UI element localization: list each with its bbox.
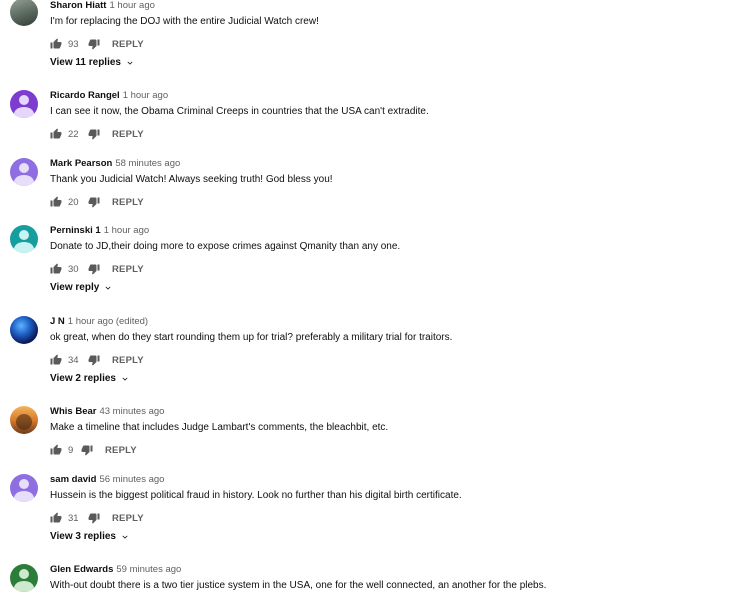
view-replies-button[interactable]: View reply	[50, 282, 113, 293]
avatar[interactable]	[10, 316, 38, 344]
author-name[interactable]: Glen Edwards	[50, 564, 113, 575]
like-count: 34	[68, 354, 79, 366]
comment-text: Donate to JD,their doing more to expose …	[50, 241, 401, 252]
author-name[interactable]: sam david	[50, 474, 96, 485]
reply-button[interactable]: REPLY	[112, 513, 144, 524]
comment-text: I can see it now, the Obama Criminal Cre…	[50, 106, 429, 117]
comment-text: Make a timeline that includes Judge Lamb…	[50, 422, 389, 433]
comment-header: Mark Pearson 58 minutes ago	[50, 158, 180, 169]
thumbs-up-icon[interactable]	[50, 38, 62, 50]
comment-time[interactable]: 1 hour ago	[123, 90, 168, 101]
avatar[interactable]	[10, 474, 38, 502]
thumbs-down-icon[interactable]	[88, 354, 100, 366]
comment-actions: 30 REPLY	[50, 262, 144, 276]
reply-button[interactable]: REPLY	[112, 197, 144, 208]
comment-time[interactable]: 1 hour ago (edited)	[68, 316, 148, 327]
thumbs-up-icon[interactable]	[50, 196, 62, 208]
author-name[interactable]: J N	[50, 316, 65, 327]
comment-header: Ricardo Rangel 1 hour ago	[50, 90, 168, 101]
view-replies-button[interactable]: View 11 replies	[50, 57, 135, 68]
reply-button[interactable]: REPLY	[105, 445, 137, 456]
view-replies-label: View 3 replies	[50, 531, 116, 542]
avatar[interactable]	[10, 158, 38, 186]
comment-header: Sharon Hiatt 1 hour ago	[50, 0, 155, 11]
comment-text: Hussein is the biggest political fraud i…	[50, 490, 462, 501]
thumbs-down-icon[interactable]	[88, 512, 100, 524]
comment-time[interactable]: 59 minutes ago	[116, 564, 181, 575]
comment-text: With-out doubt there is a two tier justi…	[50, 580, 547, 591]
thumbs-up-icon[interactable]	[50, 354, 62, 366]
comment-header: Perninski 11 hour ago	[50, 225, 149, 236]
avatar[interactable]	[10, 564, 38, 592]
comment-text: ok great, when do they start rounding th…	[50, 332, 453, 343]
comment-time[interactable]: 56 minutes ago	[99, 474, 164, 485]
avatar[interactable]	[10, 0, 38, 26]
thumbs-up-icon[interactable]	[50, 512, 62, 524]
like-count: 93	[68, 38, 79, 50]
author-name[interactable]: Mark Pearson	[50, 158, 112, 169]
view-replies-label: View reply	[50, 282, 100, 293]
reply-button[interactable]: REPLY	[112, 129, 144, 140]
chevron-down-icon	[120, 532, 130, 542]
chevron-down-icon	[103, 283, 113, 293]
like-count: 9	[68, 444, 74, 456]
thumbs-up-icon[interactable]	[50, 128, 62, 140]
comment-time[interactable]: 58 minutes ago	[115, 158, 180, 169]
comment-time[interactable]: 43 minutes ago	[99, 406, 164, 417]
thumbs-down-icon[interactable]	[88, 196, 100, 208]
comment-header: Glen Edwards 59 minutes ago	[50, 564, 181, 575]
comment-actions: 93 REPLY	[50, 37, 144, 51]
comment-header: Whis Bear 43 minutes ago	[50, 406, 164, 417]
like-count: 30	[68, 263, 79, 275]
view-replies-button[interactable]: View 2 replies	[50, 373, 130, 384]
author-name[interactable]: Sharon Hiatt	[50, 0, 106, 11]
avatar[interactable]	[10, 225, 38, 253]
thumbs-down-icon[interactable]	[88, 128, 100, 140]
comment-text: I'm for replacing the DOJ with the entir…	[50, 16, 319, 27]
thumbs-down-icon[interactable]	[88, 38, 100, 50]
author-name[interactable]: Ricardo Rangel	[50, 90, 120, 101]
author-name[interactable]: Perninski 1	[50, 225, 101, 236]
reply-button[interactable]: REPLY	[112, 355, 144, 366]
like-count: 22	[68, 128, 79, 140]
thumbs-down-icon[interactable]	[81, 444, 93, 456]
like-count: 20	[68, 196, 79, 208]
like-count: 31	[68, 512, 79, 524]
comment-text: Thank you Judicial Watch! Always seeking…	[50, 174, 333, 185]
view-replies-label: View 11 replies	[50, 57, 121, 68]
comment-actions: 31 REPLY	[50, 511, 144, 525]
thumbs-down-icon[interactable]	[88, 263, 100, 275]
avatar[interactable]	[10, 90, 38, 118]
comment-header: J N1 hour ago (edited)	[50, 316, 148, 327]
comment-actions: 22 REPLY	[50, 127, 144, 141]
chevron-down-icon	[120, 374, 130, 384]
comment-actions: 20 REPLY	[50, 195, 144, 209]
view-replies-label: View 2 replies	[50, 373, 116, 384]
avatar[interactable]	[10, 406, 38, 434]
view-replies-button[interactable]: View 3 replies	[50, 531, 130, 542]
author-name[interactable]: Whis Bear	[50, 406, 96, 417]
comment-header: sam david 56 minutes ago	[50, 474, 164, 485]
comment-actions: 9 REPLY	[50, 443, 137, 457]
thumbs-up-icon[interactable]	[50, 263, 62, 275]
reply-button[interactable]: REPLY	[112, 39, 144, 50]
reply-button[interactable]: REPLY	[112, 264, 144, 275]
comment-actions: 34 REPLY	[50, 353, 144, 367]
comment-time[interactable]: 1 hour ago	[104, 225, 149, 236]
chevron-down-icon	[125, 58, 135, 68]
thumbs-up-icon[interactable]	[50, 444, 62, 456]
comment-time[interactable]: 1 hour ago	[109, 0, 154, 11]
